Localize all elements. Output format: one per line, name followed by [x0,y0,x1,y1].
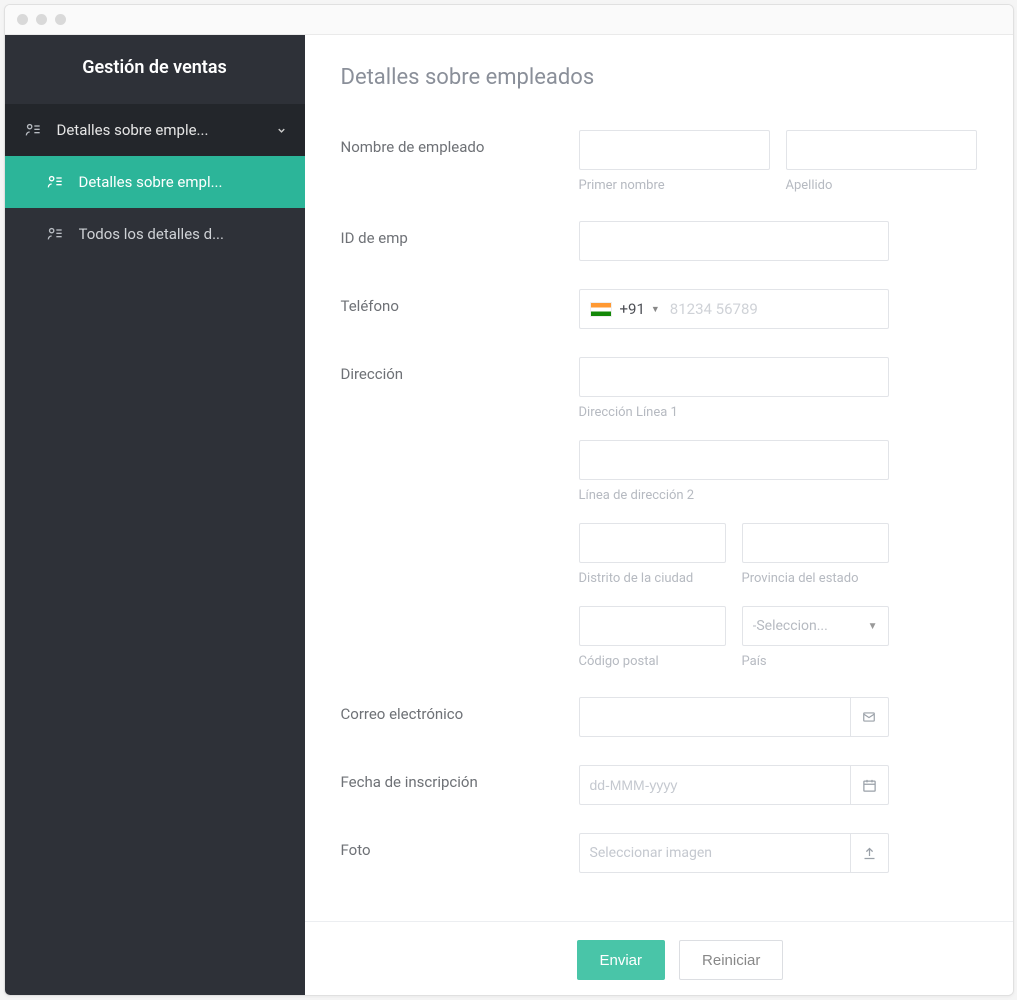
submit-button[interactable]: Enviar [577,940,666,980]
date-input[interactable] [580,766,850,804]
people-icon [45,174,65,190]
emp-id-input[interactable] [579,221,889,261]
label-employee-name: Nombre de empleado [341,130,579,193]
reset-button[interactable]: Reiniciar [679,940,783,980]
city-input[interactable] [579,523,726,563]
label-phone: Teléfono [341,289,579,329]
phone-input[interactable]: +91 ▼ 81234 56789 [579,289,889,329]
form-footer: Enviar Reiniciar [305,921,1013,995]
photo-placeholder: Seleccionar imagen [580,834,850,872]
sidebar-item-label: Todos los detalles d... [79,225,287,243]
date-field-wrap [579,765,889,805]
address-line2-input[interactable] [579,440,889,480]
address-line1-input[interactable] [579,357,889,397]
window-dot [17,14,28,25]
state-sublabel: Provincia del estado [742,571,889,586]
caret-down-icon: ▼ [868,621,878,632]
sidebar-group-employee-details[interactable]: Detalles sobre emple... [5,104,305,156]
email-input[interactable] [580,698,850,736]
main-content: Detalles sobre empleados Nombre de emple… [305,35,1013,995]
sidebar-item-all-details[interactable]: Todos los detalles d... [5,208,305,260]
mail-icon [850,698,888,736]
app-window: Gestión de ventas Detalles sobre emple..… [4,4,1014,996]
address-line1-sublabel: Dirección Línea 1 [579,405,977,420]
window-dot [55,14,66,25]
label-address: Dirección [341,357,579,669]
people-icon [45,226,65,242]
label-email: Correo electrónico [341,697,579,737]
first-name-sublabel: Primer nombre [579,178,770,193]
country-select-placeholder: -Seleccion... [753,618,828,634]
sidebar-group-label: Detalles sobre emple... [57,121,276,139]
page-title: Detalles sobre empleados [341,65,977,90]
state-input[interactable] [742,523,889,563]
photo-file-input[interactable]: Seleccionar imagen [579,833,889,873]
sidebar-title: Gestión de ventas [5,35,305,104]
country-select[interactable]: -Seleccion... ▼ [742,606,889,646]
last-name-sublabel: Apellido [786,178,977,193]
last-name-input[interactable] [786,130,977,170]
sidebar-item-employee-details[interactable]: Detalles sobre empl... [5,156,305,208]
window-dot [36,14,47,25]
label-date: Fecha de inscripción [341,765,579,805]
label-photo: Foto [341,833,579,873]
address-line2-sublabel: Línea de dirección 2 [579,488,977,503]
city-sublabel: Distrito de la ciudad [579,571,726,586]
flag-india-icon [590,302,612,317]
phone-country-code: +91 [620,300,645,318]
label-emp-id: ID de emp [341,221,579,261]
country-sublabel: País [742,654,889,669]
sidebar-item-label: Detalles sobre empl... [79,173,287,191]
window-titlebar [5,5,1013,35]
caret-down-icon: ▼ [651,304,660,315]
sidebar: Gestión de ventas Detalles sobre emple..… [5,35,305,995]
people-icon [23,122,43,138]
first-name-input[interactable] [579,130,770,170]
calendar-icon [850,766,888,804]
postal-input[interactable] [579,606,726,646]
postal-sublabel: Código postal [579,654,726,669]
upload-icon [850,834,888,872]
employee-form: Nombre de empleado Primer nombre Apellid… [341,130,977,901]
phone-placeholder: 81234 56789 [670,300,758,318]
chevron-down-icon [276,125,287,136]
email-field-wrap [579,697,889,737]
